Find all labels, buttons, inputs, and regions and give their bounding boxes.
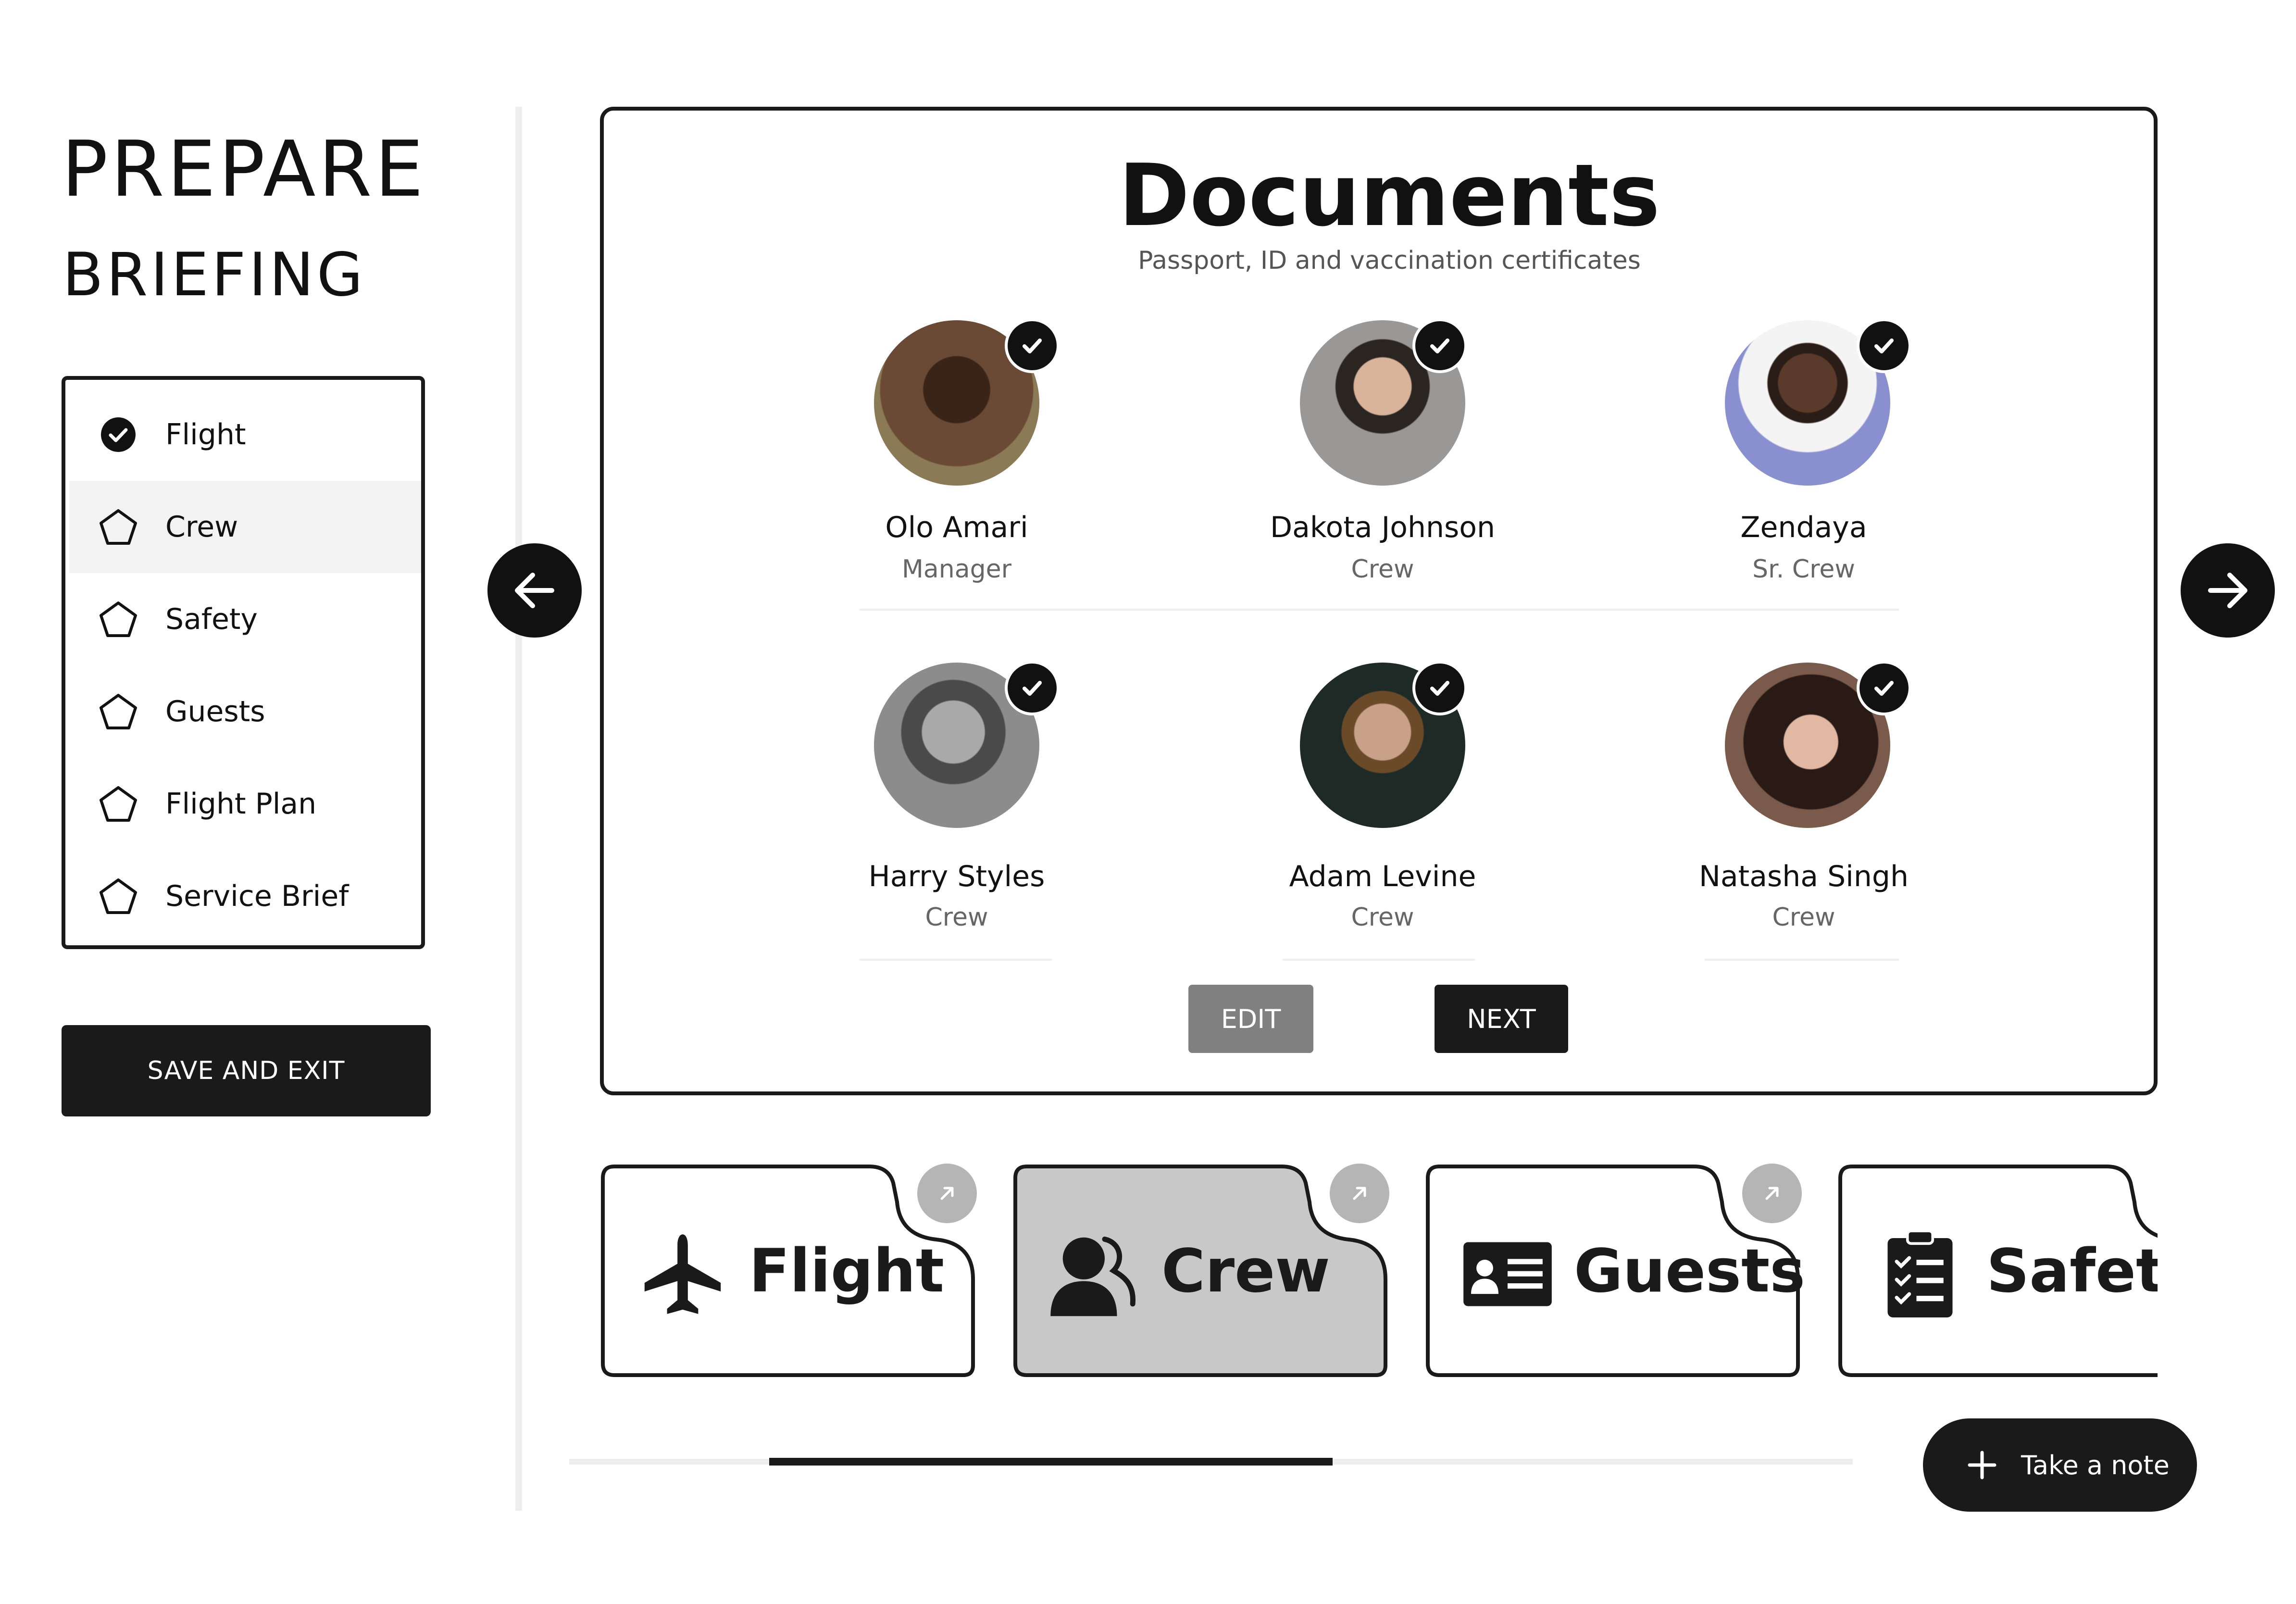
previous-arrow-button[interactable]: [487, 543, 582, 638]
next-button[interactable]: NEXT: [1435, 985, 1568, 1053]
step-label: Flight Plan: [165, 787, 317, 821]
step-service-brief[interactable]: Service Brief: [69, 850, 421, 942]
category-label: Crew: [1161, 1237, 1330, 1306]
category-tile-guests[interactable]: Guests: [1425, 1164, 1805, 1378]
step-flight[interactable]: Flight: [69, 388, 421, 481]
page-title-line-1: PREPARE: [62, 124, 426, 214]
category-label: Safety: [1986, 1237, 2158, 1306]
arrow-left-icon: [515, 573, 554, 608]
verified-check-icon: [1857, 318, 1911, 373]
row-separator: [860, 609, 1899, 611]
airplane-icon: [635, 1226, 731, 1322]
crew-role: Sr. Crew: [1752, 555, 1855, 584]
row-separator: [860, 959, 1052, 961]
step-label: Service Brief: [165, 879, 349, 913]
step-safety[interactable]: Safety: [69, 573, 421, 665]
edit-button[interactable]: EDIT: [1188, 985, 1313, 1053]
crew-role: Manager: [902, 555, 1011, 584]
id-card-icon: [1460, 1226, 1556, 1322]
category-tile-safety[interactable]: Safety: [1837, 1164, 2158, 1378]
step-label: Guests: [165, 695, 265, 728]
step-guests[interactable]: Guests: [69, 665, 421, 758]
step-label: Crew: [165, 510, 238, 544]
user-silhouette-icon: [1047, 1226, 1143, 1322]
take-a-note-button[interactable]: Take a note: [1923, 1418, 2197, 1512]
check-circle-icon: [99, 415, 137, 454]
category-carousel: Flight Crew Guests Safety: [600, 1154, 2158, 1385]
column-divider: [515, 107, 522, 1511]
crew-role: Crew: [925, 903, 988, 932]
category-tile-flight[interactable]: Flight: [600, 1164, 980, 1378]
arrow-right-icon: [2208, 573, 2247, 608]
category-tile-crew[interactable]: Crew: [1012, 1164, 1392, 1378]
crew-name: Natasha Singh: [1699, 860, 1909, 893]
crew-name: Harry Styles: [868, 860, 1045, 893]
step-crew[interactable]: Crew: [69, 481, 421, 573]
crew-name: Olo Amari: [885, 511, 1028, 544]
crew-name: Adam Levine: [1289, 860, 1476, 893]
save-and-exit-button[interactable]: SAVE AND EXIT: [62, 1025, 431, 1116]
pentagon-icon: [99, 692, 137, 731]
documents-title: Documents: [1118, 146, 1660, 245]
row-separator: [1705, 959, 1899, 961]
page-title-line-2: BRIEFING: [62, 240, 366, 310]
pentagon-icon: [99, 600, 137, 639]
briefing-stepper: Flight Crew Safety Guests Flight Plan Se…: [62, 376, 425, 949]
verified-check-icon: [1412, 318, 1467, 373]
carousel-scrollbar-thumb[interactable]: [769, 1458, 1333, 1466]
crew-role: Crew: [1351, 903, 1414, 932]
verified-check-icon: [1005, 318, 1060, 373]
pentagon-icon: [99, 877, 137, 915]
category-label: Flight: [749, 1237, 945, 1306]
plus-icon: [1965, 1448, 1999, 1482]
category-label: Guests: [1574, 1237, 1806, 1306]
crew-role: Crew: [1772, 903, 1835, 932]
step-label: Flight: [165, 418, 246, 451]
pentagon-icon: [99, 785, 137, 823]
crew-name: Dakota Johnson: [1270, 511, 1496, 544]
open-arrow-icon[interactable]: [917, 1164, 977, 1223]
documents-subtitle: Passport, ID and vaccination certificate…: [1138, 246, 1641, 275]
verified-check-icon: [1412, 661, 1467, 715]
open-arrow-icon[interactable]: [1742, 1164, 1802, 1223]
take-a-note-label: Take a note: [2021, 1450, 2170, 1480]
row-separator: [1283, 959, 1475, 961]
crew-name: Zendaya: [1740, 511, 1867, 544]
step-flight-plan[interactable]: Flight Plan: [69, 758, 421, 850]
next-arrow-button[interactable]: [2181, 543, 2275, 638]
pentagon-icon: [99, 508, 137, 546]
open-arrow-icon[interactable]: [1330, 1164, 1389, 1223]
crew-role: Crew: [1351, 555, 1414, 584]
step-label: Safety: [165, 602, 258, 636]
verified-check-icon: [1857, 661, 1911, 715]
clipboard-checklist-icon: [1872, 1226, 1968, 1322]
verified-check-icon: [1005, 661, 1060, 715]
